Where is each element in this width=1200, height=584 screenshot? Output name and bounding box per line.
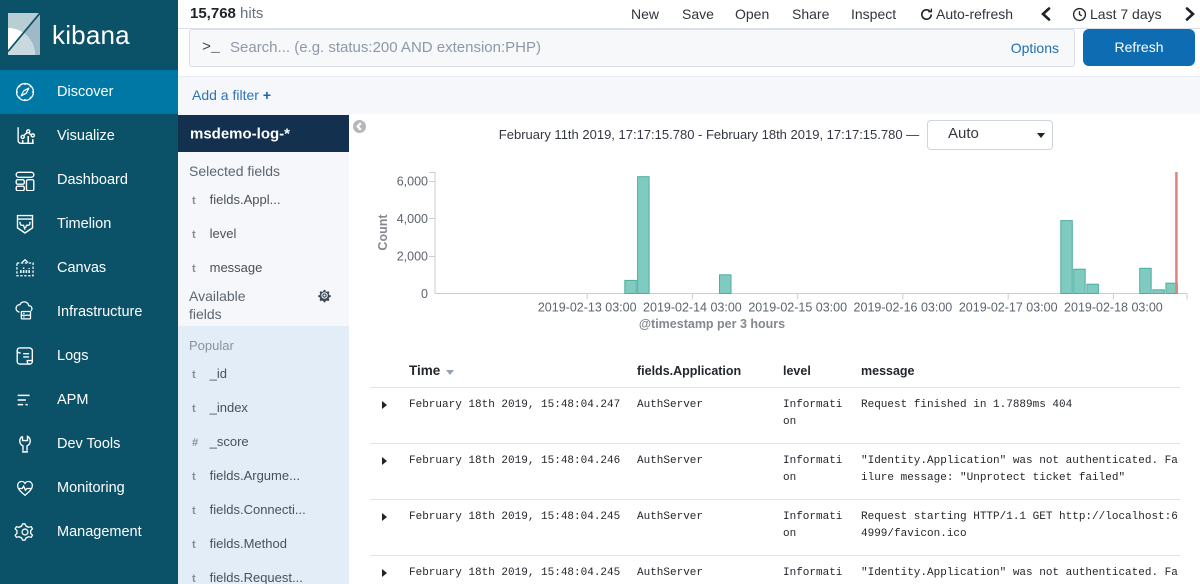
svg-text:@timestamp per 3 hours: @timestamp per 3 hours (639, 317, 785, 331)
svg-text:2,000: 2,000 (397, 250, 428, 264)
svg-text:2019-02-17 03:00: 2019-02-17 03:00 (959, 301, 1058, 315)
svg-text:2019-02-18 03:00: 2019-02-18 03:00 (1064, 301, 1163, 315)
svg-text:6,000: 6,000 (397, 175, 428, 189)
svg-text:2019-02-16 03:00: 2019-02-16 03:00 (854, 301, 953, 315)
svg-text:2019-02-14 03:00: 2019-02-14 03:00 (643, 301, 742, 315)
svg-text:0: 0 (421, 287, 428, 301)
svg-text:4,000: 4,000 (397, 212, 428, 226)
svg-text:2019-02-13 03:00: 2019-02-13 03:00 (538, 301, 637, 315)
svg-text:2019-02-15 03:00: 2019-02-15 03:00 (748, 301, 847, 315)
svg-text:Count: Count (376, 214, 390, 251)
